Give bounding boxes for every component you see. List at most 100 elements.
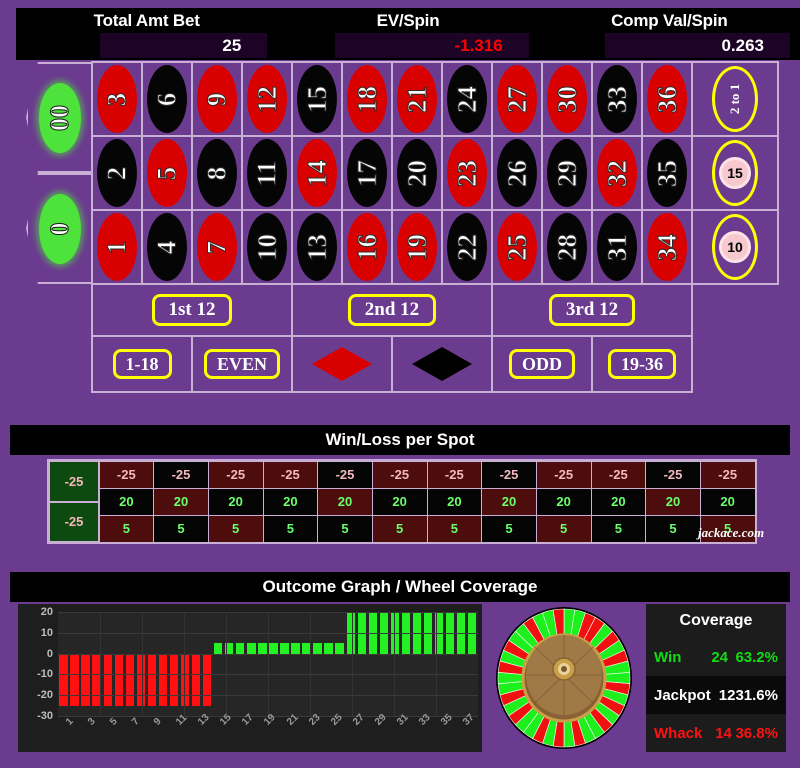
bet-cell-odd[interactable]: ODD: [491, 335, 593, 393]
bet-cell-16[interactable]: 16: [341, 209, 393, 285]
bet-cell-26[interactable]: 26: [491, 135, 543, 211]
chart-gridline: [100, 612, 101, 716]
bet-cell-15[interactable]: 15: [291, 61, 343, 137]
bet-cell-zero-00[interactable]: 00: [26, 62, 92, 173]
bet-cell-column-1[interactable]: 2 to 1: [691, 61, 779, 137]
bet-cell-33[interactable]: 33: [591, 61, 643, 137]
bet-cell-6[interactable]: 6: [141, 61, 193, 137]
number-oval: 10: [247, 213, 287, 281]
number-oval: 27: [497, 65, 537, 133]
winloss-cell: 20: [317, 487, 373, 516]
bet-cell-23[interactable]: 23: [441, 135, 493, 211]
winloss-cell: 20: [426, 487, 483, 516]
stat-label: Comp Val/Spin: [611, 11, 728, 30]
chart-bar-slot: [356, 612, 367, 716]
chart-bar: [136, 653, 146, 706]
winloss-cell: 20: [699, 487, 756, 516]
bet-cell-24[interactable]: 24: [441, 61, 493, 137]
roulette-betting-layout: 00 0 3 6 9 12 15 18 21 24 27 30 33 36 2 5 8 11 14 17 20 23 26…: [26, 61, 779, 393]
number-oval: 26: [497, 139, 537, 207]
winloss-cell: -25: [371, 460, 428, 489]
number-oval: 33: [597, 65, 637, 133]
bet-cell-31[interactable]: 31: [591, 209, 643, 285]
bet-cell-zero-0[interactable]: 0: [26, 173, 92, 284]
chart-y-tick-label: -30: [37, 710, 53, 722]
number-oval: 5: [147, 139, 187, 207]
bet-cell-32[interactable]: 32: [591, 135, 643, 211]
bet-chip[interactable]: 15: [719, 157, 751, 189]
bet-cell-13[interactable]: 13: [291, 209, 343, 285]
bet-cell-column-2[interactable]: 2 to 115: [691, 135, 779, 211]
bet-cell-3[interactable]: 3: [91, 61, 143, 137]
bet-chip[interactable]: 10: [719, 231, 751, 263]
bet-cell-8[interactable]: 8: [191, 135, 243, 211]
number-label: 10: [251, 233, 282, 261]
bet-cell-dozen-2[interactable]: 2nd 12: [291, 283, 493, 337]
winloss-cell: -25: [207, 460, 264, 489]
bet-cell-34[interactable]: 34: [641, 209, 693, 285]
bet-cell-4[interactable]: 4: [141, 209, 193, 285]
number-label: 8: [201, 166, 232, 181]
bet-cell-black[interactable]: [391, 335, 493, 393]
bet-cell-column-3[interactable]: 2 to 110: [691, 209, 779, 285]
bet-cell-even[interactable]: EVEN: [191, 335, 293, 393]
bet-cell-red[interactable]: [291, 335, 393, 393]
chart-x-tick-label: 1: [63, 716, 76, 728]
chart-bar: [70, 653, 79, 706]
zero-label: 0: [45, 222, 75, 236]
bet-cell-17[interactable]: 17: [341, 135, 393, 211]
bet-cell-35[interactable]: 35: [641, 135, 693, 211]
bet-cell-10[interactable]: 10: [241, 209, 293, 285]
bet-cell-19[interactable]: 19: [391, 209, 443, 285]
bet-cell-36[interactable]: 36: [641, 61, 693, 137]
chart-bar-slot: [312, 612, 323, 716]
chart-plot-area: 20 10 0 -10 -20 -30: [37, 606, 478, 722]
number-oval: 20: [397, 139, 437, 207]
bet-cell-2[interactable]: 2: [91, 135, 143, 211]
chart-bar: [213, 643, 223, 654]
bet-cell-29[interactable]: 29: [541, 135, 593, 211]
bet-cell-19-36[interactable]: 19-36: [591, 335, 693, 393]
bet-cell-1[interactable]: 1: [91, 209, 143, 285]
stat-label: EV/Spin: [376, 11, 440, 30]
bet-cell-30[interactable]: 30: [541, 61, 593, 137]
bet-cell-27[interactable]: 27: [491, 61, 543, 137]
bet-cell-22[interactable]: 22: [441, 209, 493, 285]
chart-gridline: [352, 612, 353, 716]
chart-bar-slot: [124, 612, 135, 716]
bet-cell-9[interactable]: 9: [191, 61, 243, 137]
bet-cell-11[interactable]: 11: [241, 135, 293, 211]
chart-gridline: [268, 612, 269, 716]
chart-bar-slot: [467, 612, 478, 716]
chart-bar-slot: [202, 612, 213, 716]
winloss-title: Win/Loss per Spot: [10, 425, 790, 455]
bet-cell-18[interactable]: 18: [341, 61, 393, 137]
bet-cell-dozen-3[interactable]: 3rd 12: [491, 283, 693, 337]
number-label: 18: [351, 85, 382, 113]
coverage-table: Coverage Win 24 63.2% Jackpot 12 31.6% W…: [646, 604, 786, 752]
chart-bar-slot: [257, 612, 268, 716]
bet-cell-12[interactable]: 12: [241, 61, 293, 137]
bet-cell-21[interactable]: 21: [391, 61, 443, 137]
bet-cell-14[interactable]: 14: [291, 135, 343, 211]
column-bet-label: 2 to 1: [727, 83, 742, 115]
bet-cell-28[interactable]: 28: [541, 209, 593, 285]
chart-bar: [335, 643, 344, 654]
number-label: 34: [651, 233, 682, 261]
bet-cell-7[interactable]: 7: [191, 209, 243, 285]
bet-cell-25[interactable]: 25: [491, 209, 543, 285]
number-label: 36: [651, 85, 682, 113]
chart-x-tick-label: 9: [151, 716, 164, 728]
bet-cell-dozen-1[interactable]: 1st 12: [91, 283, 293, 337]
stat-value: -1.316: [335, 33, 529, 58]
coverage-row-win: Win 24 63.2%: [646, 638, 786, 676]
bet-cell-20[interactable]: 20: [391, 135, 443, 211]
coverage-percent: 63.2%: [735, 648, 778, 666]
winloss-cell: -25: [535, 460, 592, 489]
winloss-cell: 20: [590, 487, 647, 516]
number-oval: 18: [347, 65, 387, 133]
bet-cell-5[interactable]: 5: [141, 135, 193, 211]
bet-cell-1-18[interactable]: 1-18: [91, 335, 193, 393]
number-grid: 3 6 9 12 15 18 21 24 27 30 33 36 2 5 8 11 14 17 20 23 26 29 32…: [91, 61, 693, 285]
coverage-count: 14: [715, 724, 732, 742]
